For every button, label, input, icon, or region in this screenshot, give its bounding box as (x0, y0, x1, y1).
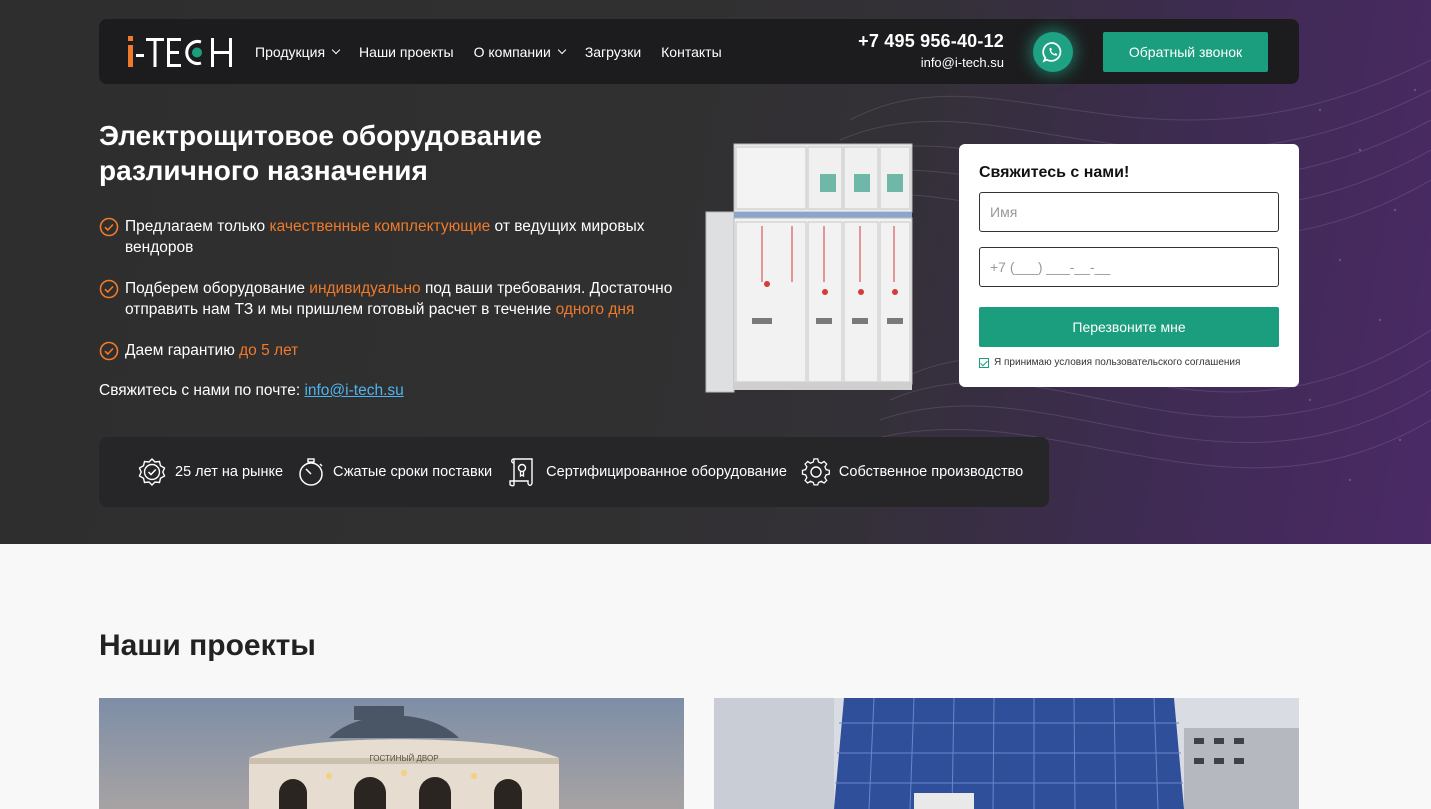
stopwatch-icon (299, 458, 323, 486)
nav-item-label: Контакты (661, 43, 722, 60)
whatsapp-icon (1042, 42, 1062, 63)
badge-check-icon (138, 458, 166, 486)
phone-link[interactable]: +7 495 956-40-12 (858, 31, 1004, 52)
nav-item-label: О компании (473, 43, 551, 60)
name-input[interactable] (979, 192, 1279, 232)
chevron-down-icon (331, 45, 341, 55)
contact-form: Свяжитесь с нами! Перезвоните мне Я прин… (959, 144, 1299, 387)
hero-title-line: Электрощитовое оборудование (99, 120, 542, 151)
agreement-checkbox[interactable]: Я принимаю условия пользовательского сог… (979, 357, 1240, 368)
form-title: Свяжитесь с нами! (979, 164, 1130, 181)
nav-item-label: Загрузки (584, 43, 642, 60)
project-photo-gostiny-dvor: ГОСТИНЫЙ ДВОР (99, 698, 684, 809)
nav-item-about[interactable]: О компании (473, 43, 567, 60)
submit-callback-button[interactable]: Перезвоните мне (979, 307, 1279, 347)
hero-bullets: Предлагаем только качественные комплекту… (99, 216, 699, 381)
nav-item-label: Продукция (255, 43, 326, 60)
main-nav: Продукция Наши проекты О компании Загруз… (255, 19, 742, 84)
feature-label: Собственное производство (838, 464, 1024, 480)
project-card[interactable] (714, 698, 1299, 809)
bullet-text: Даем гарантию до 5 лет (125, 342, 299, 359)
bullet-text: Предлагаем только качественные комплекту… (125, 218, 645, 256)
feature-item: Сжатые сроки поставки (297, 457, 492, 487)
switchgear-image (705, 143, 913, 393)
mail-caption: Свяжитесь с нами по почте: (99, 382, 305, 399)
mail-link[interactable]: info@i-tech.su (304, 382, 403, 399)
project-photo-glass-tower (714, 698, 1299, 809)
nav-item-label: Наши проекты (359, 43, 454, 60)
logo[interactable] (127, 34, 235, 70)
hero-title-line: различного назначения (99, 155, 428, 186)
list-item: Подберем оборудование индивидуально под … (99, 278, 699, 320)
feature-item: Собственное производство (801, 457, 1023, 487)
check-circle-icon (99, 341, 119, 361)
check-circle-icon (99, 279, 119, 299)
feature-item: 25 лет на рынке (137, 457, 283, 487)
feature-label: Сертифицированное оборудование (546, 464, 787, 480)
whatsapp-button[interactable] (1033, 32, 1073, 72)
chevron-down-icon (557, 45, 567, 55)
feature-label: Сжатые сроки поставки (333, 464, 493, 480)
certificate-icon (509, 458, 533, 487)
hero-section: Продукция Наши проекты О компании Загруз… (0, 0, 1431, 544)
list-item: Предлагаем только качественные комплекту… (99, 216, 699, 258)
top-navbar: Продукция Наши проекты О компании Загруз… (99, 19, 1299, 84)
bullet-text: Подберем оборудование индивидуально под … (125, 280, 673, 318)
nav-item-products[interactable]: Продукция (255, 43, 341, 60)
projects-section-title: Наши проекты (99, 629, 316, 662)
phone-input[interactable] (979, 247, 1279, 287)
checkbox-checked-icon[interactable] (979, 357, 989, 368)
email-link[interactable]: info@i-tech.su (858, 55, 1004, 70)
list-item: Даем гарантию до 5 лет (99, 340, 699, 361)
project-card[interactable]: ГОСТИНЫЙ ДВОР (99, 698, 684, 809)
feature-label: 25 лет на рынке (175, 464, 284, 480)
nav-item-downloads[interactable]: Загрузки (585, 44, 641, 60)
nav-item-projects[interactable]: Наши проекты (359, 44, 454, 60)
hero-title: Электрощитовое оборудование различного н… (99, 118, 659, 188)
gear-icon (801, 458, 830, 486)
contact-by-mail: Свяжитесь с нами по почте: info@i-tech.s… (99, 382, 404, 400)
check-circle-icon (99, 217, 119, 237)
agreement-label: Я принимаю условия пользовательского сог… (994, 357, 1241, 368)
building-sign: ГОСТИНЫЙ ДВОР (369, 754, 438, 763)
features-bar: 25 лет на рынке Сжатые сроки поставки Се… (99, 437, 1049, 507)
header-contacts: +7 495 956-40-12 info@i-tech.su (858, 31, 1004, 70)
nav-item-contacts[interactable]: Контакты (661, 44, 721, 60)
feature-item: Сертифицированное оборудование (506, 456, 787, 488)
callback-button[interactable]: Обратный звонок (1103, 32, 1268, 72)
